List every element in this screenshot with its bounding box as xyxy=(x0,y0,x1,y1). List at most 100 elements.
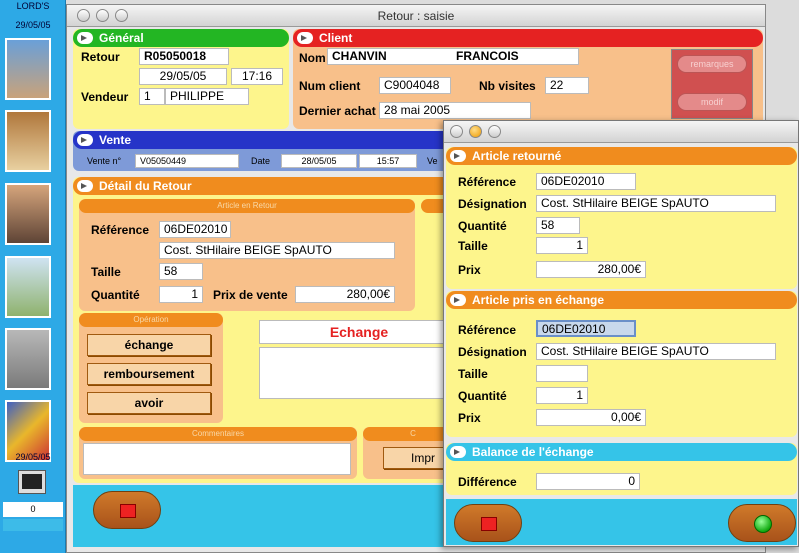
retourne-prix-field[interactable]: 280,00€ xyxy=(536,261,646,278)
client-first-name: FRANCOIS xyxy=(456,49,519,63)
nb-visites-field[interactable]: 22 xyxy=(545,77,589,94)
num-client-label: Num client xyxy=(299,79,361,93)
echange-ref-field[interactable]: 06DE02010 xyxy=(536,320,636,337)
sidebar-date: 29/05/05 xyxy=(15,20,51,30)
retourne-des-label: Désignation xyxy=(458,197,527,211)
vente-header-label: Vente xyxy=(99,133,132,147)
shoppers-icon[interactable] xyxy=(5,183,51,245)
echange-prix-field[interactable]: 0,00€ xyxy=(536,409,646,426)
retourne-des-field[interactable]: Cost. StHilaire BEIGE SpAUTO xyxy=(536,195,776,212)
echange-prix-label: Prix xyxy=(458,411,481,425)
designation-field[interactable]: Cost. StHilaire BEIGE SpAUTO xyxy=(159,242,395,259)
retourne-ref-label: Référence xyxy=(458,175,517,189)
close-icon[interactable] xyxy=(450,125,463,138)
exchange-validate-button[interactable] xyxy=(728,504,796,542)
balance-header: Balance de l'échange xyxy=(446,443,797,461)
taille-label: Taille xyxy=(91,265,121,279)
cash-register-icon[interactable] xyxy=(5,328,51,390)
echange-header-label: Article pris en échange xyxy=(472,293,605,307)
vente-trunc-label: Ve xyxy=(427,156,438,166)
brand-label: LORD'S xyxy=(16,1,50,11)
zoom-icon[interactable] xyxy=(115,9,128,22)
difference-field[interactable]: 0 xyxy=(536,473,640,490)
retourne-header: Article retourné xyxy=(446,147,797,165)
client-last-name: CHANVIN xyxy=(332,49,387,63)
arrow-right-icon xyxy=(77,134,93,146)
modif-button[interactable]: modif xyxy=(677,93,747,111)
detail-header-label: Détail du Retour xyxy=(99,179,192,193)
num-client-field[interactable]: C9004048 xyxy=(379,77,451,94)
exchange-cancel-button[interactable] xyxy=(454,504,522,542)
vente-time-field[interactable]: 15:57 xyxy=(359,154,417,168)
echange-header: Article pris en échange xyxy=(446,291,797,309)
arrow-right-icon xyxy=(77,180,93,192)
client-header-label: Client xyxy=(319,31,353,45)
article-retour-subheader: Article en Retour xyxy=(79,199,415,213)
retour-date-field[interactable]: 29/05/05 xyxy=(139,68,227,85)
store-shelves-icon[interactable] xyxy=(5,110,51,172)
echange-qte-field[interactable]: 1 xyxy=(536,387,588,404)
retour-time-field[interactable]: 17:16 xyxy=(231,68,283,85)
prix-vente-label: Prix de vente xyxy=(213,288,288,302)
vente-num-label: Vente n° xyxy=(87,156,122,166)
arrow-right-icon xyxy=(450,446,466,458)
echange-qte-label: Quantité xyxy=(458,389,507,403)
nom-label: Nom xyxy=(299,51,326,65)
echange-ref-label: Référence xyxy=(458,323,517,337)
green-light-icon xyxy=(754,515,772,533)
echange-des-field[interactable]: Cost. StHilaire BEIGE SpAUTO xyxy=(536,343,776,360)
retourne-qte-field[interactable]: 58 xyxy=(536,217,580,234)
difference-label: Différence xyxy=(458,475,517,489)
quantite-field[interactable]: 1 xyxy=(159,286,203,303)
balance-header-label: Balance de l'échange xyxy=(472,445,594,459)
vente-date-label: Date xyxy=(251,156,271,166)
stop-icon xyxy=(120,504,136,518)
stop-icon xyxy=(481,517,497,531)
dernier-achat-label: Dernier achat xyxy=(299,104,376,118)
minimize-icon[interactable] xyxy=(469,125,482,138)
operation-notes-area[interactable] xyxy=(259,347,459,399)
arrow-right-icon xyxy=(77,32,93,44)
client-name-field[interactable]: CHANVIN FRANCOIS xyxy=(327,48,579,65)
operation-subheader: Opération xyxy=(79,313,223,327)
avoir-button[interactable]: avoir xyxy=(87,392,211,414)
retour-field[interactable]: R05050018 xyxy=(139,48,229,65)
monitor-icon[interactable] xyxy=(18,470,46,494)
sidebar-counter: 0 xyxy=(3,502,63,517)
commentaires-field[interactable] xyxy=(83,443,351,475)
echange-button[interactable]: échange xyxy=(87,334,211,356)
prix-vente-field[interactable]: 280,00€ xyxy=(295,286,395,303)
mode-label: Echange xyxy=(259,320,459,344)
remboursement-button[interactable]: remboursement xyxy=(87,363,211,385)
dernier-achat-field[interactable]: 28 mai 2005 xyxy=(379,102,531,119)
nb-visites-label: Nb visites xyxy=(479,79,536,93)
vendeur-name-field[interactable]: PHILIPPE xyxy=(165,88,249,105)
ref-label: Référence xyxy=(91,223,150,237)
echange-taille-field[interactable] xyxy=(536,365,588,382)
vente-num-field[interactable]: V05050449 xyxy=(135,154,239,168)
retourne-ref-field[interactable]: 06DE02010 xyxy=(536,173,636,190)
close-icon[interactable] xyxy=(77,9,90,22)
vente-date-field[interactable]: 28/05/05 xyxy=(281,154,357,168)
exchange-window: Article retourné Référence 06DE02010 Dés… xyxy=(443,120,799,547)
retourne-prix-label: Prix xyxy=(458,263,481,277)
people-photo-icon[interactable] xyxy=(5,38,51,100)
general-header-label: Général xyxy=(99,31,144,45)
sidebar: LORD'S 29/05/05 29/05/05 0 xyxy=(0,0,66,553)
cancel-button[interactable] xyxy=(93,491,161,529)
zoom-icon[interactable] xyxy=(488,125,501,138)
vendeur-num-field[interactable]: 1 xyxy=(139,88,165,105)
taille-field[interactable]: 58 xyxy=(159,263,203,280)
building-icon[interactable] xyxy=(5,256,51,318)
main-window-title: Retour : saisie xyxy=(377,9,455,23)
ref-field[interactable]: 06DE02010 xyxy=(159,221,231,238)
remarques-button[interactable]: remarques xyxy=(677,55,747,73)
arrow-right-icon xyxy=(297,32,313,44)
retour-label: Retour xyxy=(81,50,120,64)
retourne-taille-field[interactable]: 1 xyxy=(536,237,588,254)
retourne-header-label: Article retourné xyxy=(472,149,562,163)
quantite-label: Quantité xyxy=(91,288,140,302)
general-header: Général xyxy=(73,29,289,47)
minimize-icon[interactable] xyxy=(96,9,109,22)
exchange-titlebar xyxy=(444,121,798,143)
